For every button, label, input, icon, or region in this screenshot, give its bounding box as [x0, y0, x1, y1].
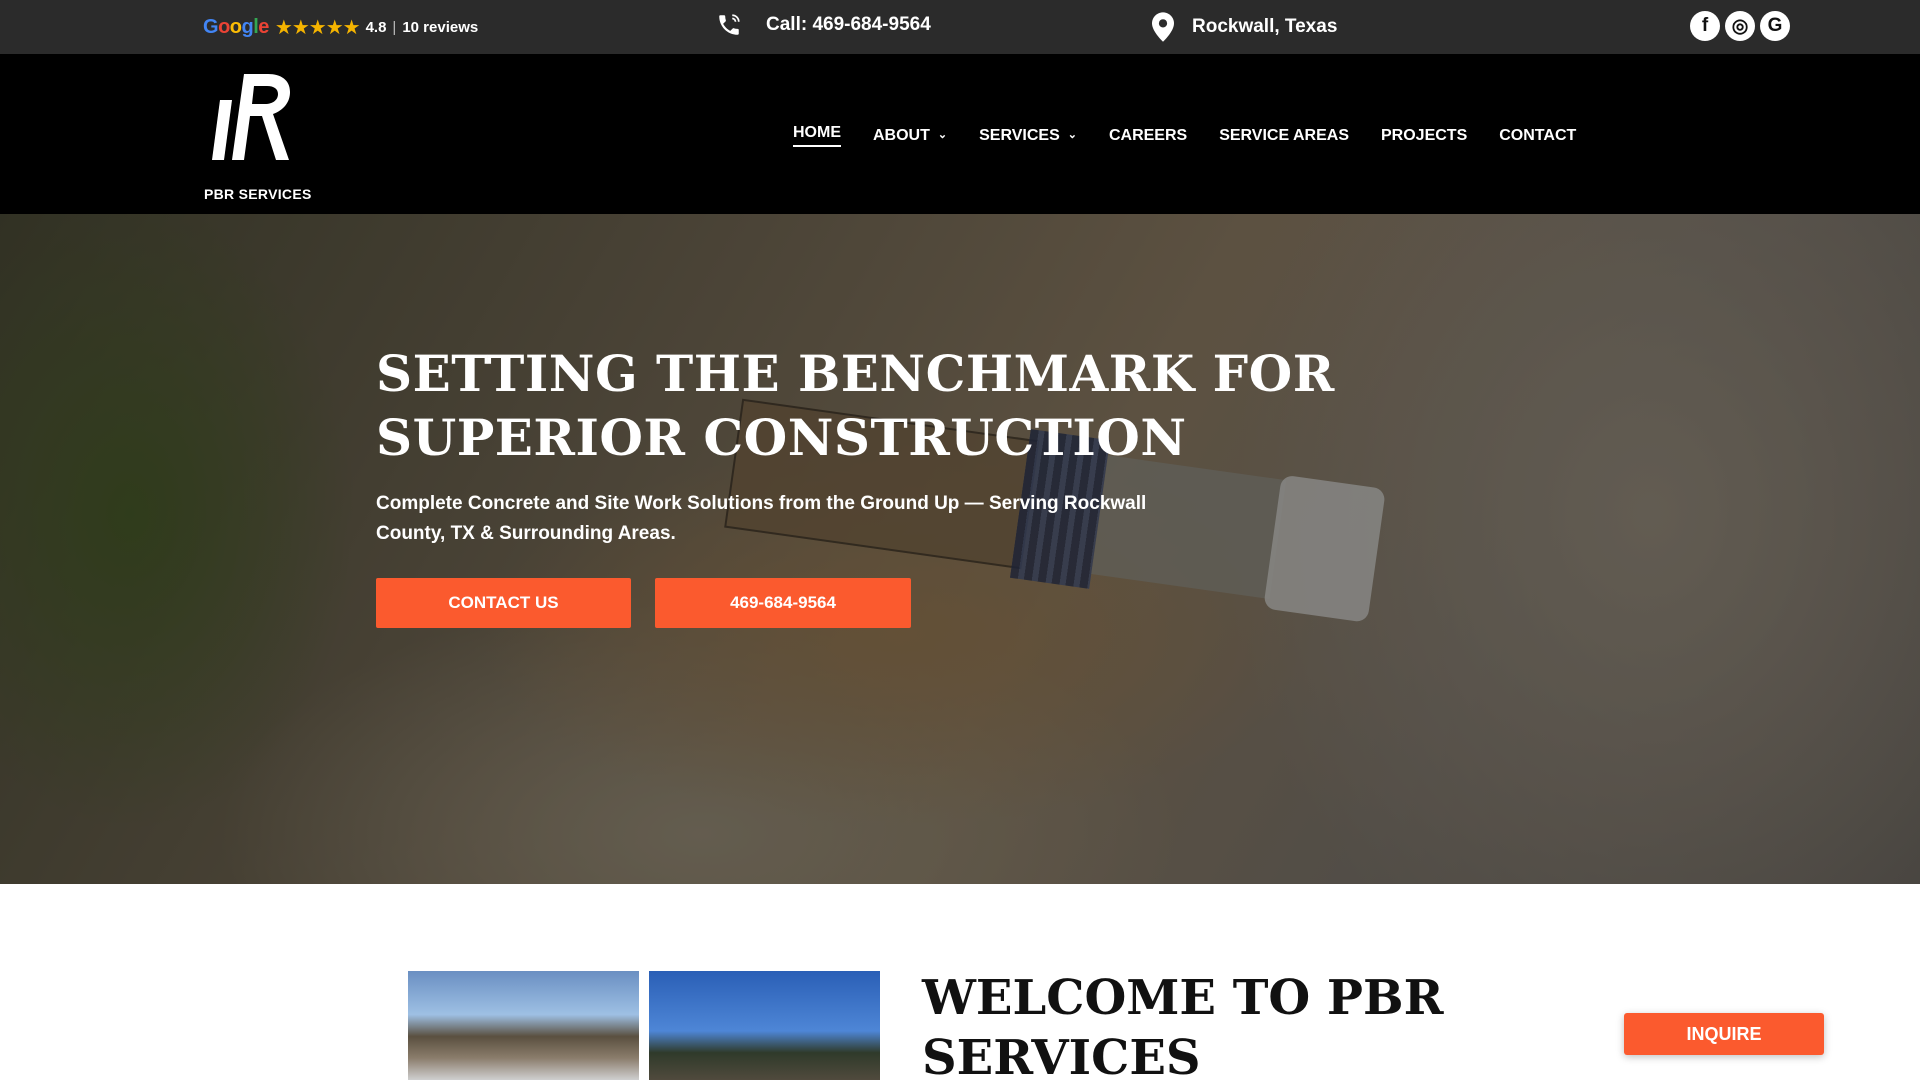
rating-stars: ★★★★★ [274, 16, 361, 39]
top-phone-label: Call: 469-684-9564 [766, 14, 931, 35]
nav-projects-label: PROJECTS [1381, 126, 1468, 144]
inquire-button[interactable]: INQUIRE [1624, 1013, 1824, 1055]
nav-contact-label: CONTACT [1499, 126, 1577, 144]
nav-projects[interactable]: PROJECTS [1381, 127, 1467, 145]
nav-services[interactable]: SERVICES ⌄ [979, 127, 1077, 145]
contact-us-button[interactable]: CONTACT US [376, 578, 631, 628]
hero-section [0, 214, 1920, 884]
nav-contact[interactable]: CONTACT [1499, 127, 1576, 145]
phone-icon [719, 14, 740, 35]
top-location: Rockwall, Texas [1152, 12, 1337, 42]
site-logo[interactable]: PBR SERVICES [204, 68, 324, 202]
map-pin-icon [1152, 12, 1174, 42]
google-logo: Google [203, 15, 269, 38]
project-photo [408, 971, 639, 1080]
nav-service-areas-label: SERVICE AREAS [1219, 126, 1349, 144]
main-nav: HOME ABOUT ⌄ SERVICES ⌄ CAREERS SERVICE … [793, 124, 1576, 147]
top-location-label: Rockwall, Texas [1192, 16, 1338, 37]
chevron-down-icon: ⌄ [1067, 129, 1077, 141]
nav-service-areas[interactable]: SERVICE AREAS [1219, 127, 1349, 145]
call-phone-button[interactable]: 469-684-9564 [655, 578, 911, 628]
nav-careers-label: CAREERS [1108, 126, 1188, 144]
top-phone[interactable]: Call: 469-684-9564 [716, 12, 931, 38]
rating-separator: | [392, 18, 397, 36]
welcome-title: WELCOME TO PBR SERVICES [922, 970, 1444, 1086]
site-header: PBR SERVICES HOME ABOUT ⌄ SERVICES ⌄ CAR… [0, 54, 1920, 214]
facebook-icon[interactable]: f [1690, 11, 1720, 41]
hero-overlay [0, 214, 1920, 884]
logo-text: PBR SERVICES [204, 186, 312, 202]
chevron-down-icon: ⌄ [937, 129, 948, 141]
hero-title: SETTING THE BENCHMARK FOR SUPERIOR CONST… [376, 344, 1335, 467]
nav-about-label: ABOUT [873, 126, 930, 144]
nav-about[interactable]: ABOUT ⌄ [873, 127, 947, 145]
nav-home[interactable]: HOME [793, 124, 841, 147]
google-rating-badge[interactable]: Google ★★★★★ 4.8 | 10 reviews [203, 15, 478, 39]
nav-home-label: HOME [793, 124, 841, 147]
top-bar: Google ★★★★★ 4.8 | 10 reviews Call: 469-… [0, 0, 1920, 54]
pbr-logo-mark [212, 74, 290, 160]
project-photo [649, 971, 880, 1080]
google-icon[interactable]: G [1760, 11, 1790, 41]
nav-careers[interactable]: CAREERS [1109, 127, 1187, 145]
social-links: f ◎ G [1690, 11, 1790, 41]
rating-value: 4.8 [365, 18, 387, 36]
reviews-count: 10 reviews [402, 18, 479, 36]
instagram-icon[interactable]: ◎ [1725, 11, 1755, 41]
nav-services-label: SERVICES [979, 126, 1060, 144]
hero-subtitle: Complete Concrete and Site Work Solution… [376, 493, 1147, 544]
